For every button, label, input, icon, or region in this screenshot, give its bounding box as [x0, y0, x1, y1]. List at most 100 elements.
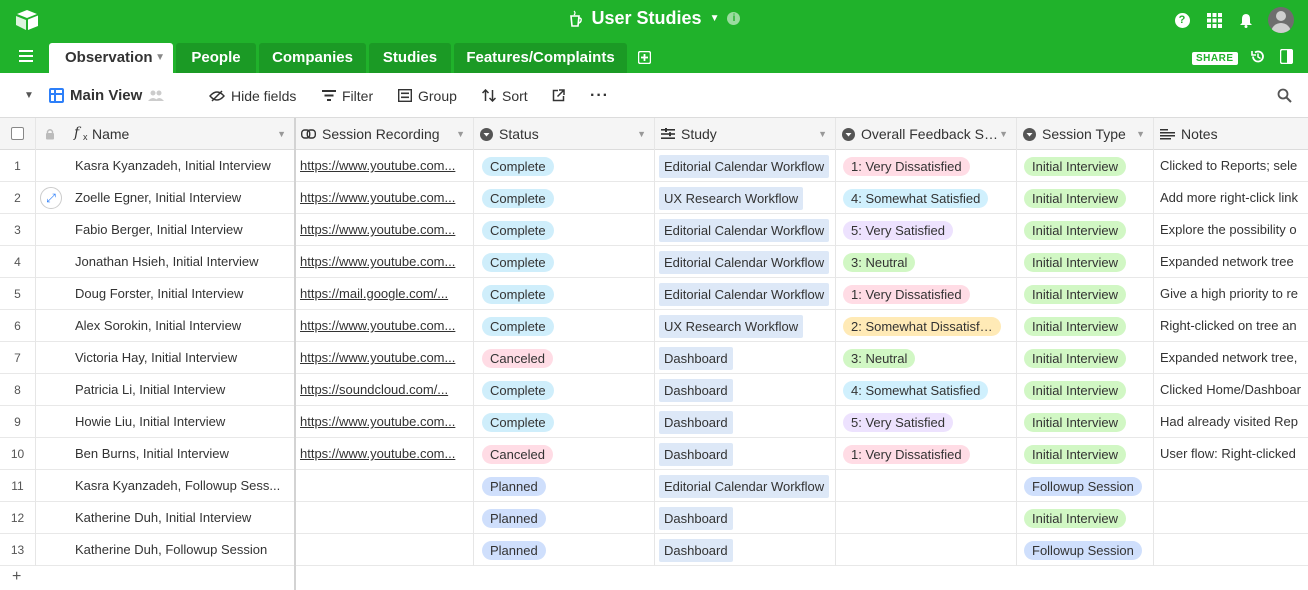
session-type-cell[interactable]: Initial Interview [1017, 342, 1154, 374]
name-cell-container[interactable]: Howie Liu, Initial Interview [36, 406, 295, 438]
session-recording-cell[interactable] [295, 534, 474, 566]
more-options-icon[interactable]: ··· [590, 73, 609, 118]
chevron-down-icon[interactable]: ▼ [710, 13, 720, 24]
table-row[interactable]: 3 Fabio Berger, Initial Interview https://… [0, 214, 1308, 246]
tab-people[interactable]: People [176, 43, 256, 73]
chevron-down-icon[interactable]: ▼ [155, 43, 165, 73]
name-cell-container[interactable]: Victoria Hay, Initial Interview [36, 342, 295, 374]
name-cell-container[interactable]: Alex Sorokin, Initial Interview [36, 310, 295, 342]
record-name[interactable]: Jonathan Hsieh, Initial Interview [65, 246, 290, 278]
column-header-status[interactable]: Status ▼ [474, 118, 655, 150]
feedback-cell[interactable]: 5: Very Satisfied [836, 214, 1017, 246]
linked-study-record[interactable]: Dashboard [659, 443, 733, 466]
notes-cell[interactable]: Add more right-click link [1154, 182, 1308, 214]
record-name[interactable]: Katherine Duh, Initial Interview [65, 502, 290, 534]
session-type-cell[interactable]: Initial Interview [1017, 246, 1154, 278]
study-cell[interactable]: Dashboard [655, 406, 836, 438]
feedback-cell[interactable]: 1: Very Dissatisfied [836, 438, 1017, 470]
status-cell[interactable]: Complete [474, 278, 655, 310]
record-name[interactable]: Kasra Kyanzadeh, Initial Interview [65, 150, 290, 182]
session-type-cell[interactable]: Initial Interview [1017, 406, 1154, 438]
session-type-cell[interactable]: Followup Session [1017, 534, 1154, 566]
study-cell[interactable]: Dashboard [655, 374, 836, 406]
record-name[interactable]: Fabio Berger, Initial Interview [65, 214, 290, 246]
feedback-cell[interactable]: 4: Somewhat Satisfied [836, 374, 1017, 406]
expand-record-icon[interactable]: ⤢ [40, 187, 62, 209]
linked-study-record[interactable]: Dashboard [659, 411, 733, 434]
name-cell-container[interactable]: Fabio Berger, Initial Interview [36, 214, 295, 246]
status-cell[interactable]: Planned [474, 502, 655, 534]
notes-cell[interactable]: Right-clicked on tree an [1154, 310, 1308, 342]
status-cell[interactable]: Complete [474, 310, 655, 342]
session-type-cell[interactable]: Initial Interview [1017, 150, 1154, 182]
name-cell-container[interactable]: Katherine Duh, Followup Session [36, 534, 295, 566]
name-cell-container[interactable]: Kasra Kyanzadeh, Initial Interview [36, 150, 295, 182]
record-name[interactable]: Zoelle Egner, Initial Interview [65, 182, 290, 214]
feedback-cell[interactable]: 4: Somewhat Satisfied [836, 182, 1017, 214]
feedback-cell[interactable] [836, 534, 1017, 566]
hide-fields-button[interactable]: Hide fields [209, 73, 296, 118]
study-cell[interactable]: UX Research Workflow [655, 310, 836, 342]
column-header-session-recording[interactable]: Session Recording ▼ [295, 118, 474, 150]
name-cell-container[interactable]: Jonathan Hsieh, Initial Interview [36, 246, 295, 278]
name-cell-container[interactable]: Doug Forster, Initial Interview [36, 278, 295, 310]
study-cell[interactable]: Dashboard [655, 502, 836, 534]
name-cell-container[interactable]: Katherine Duh, Initial Interview [36, 502, 295, 534]
feedback-cell[interactable]: 2: Somewhat Dissatisf… [836, 310, 1017, 342]
session-recording-cell[interactable]: https://www.youtube.com... [295, 182, 474, 214]
table-row[interactable]: 6 Alex Sorokin, Initial Interview https://… [0, 310, 1308, 342]
table-row[interactable]: 4 Jonathan Hsieh, Initial Interview https:… [0, 246, 1308, 278]
sidebar-toggle-icon[interactable] [1280, 49, 1293, 64]
session-recording-cell[interactable]: https://www.youtube.com... [295, 342, 474, 374]
tab-features-complaints[interactable]: Features/Complaints [454, 43, 627, 73]
select-all-checkbox[interactable] [11, 127, 24, 140]
table-row[interactable]: 7 Victoria Hay, Initial Interview https://… [0, 342, 1308, 374]
feedback-cell[interactable]: 1: Very Dissatisfied [836, 278, 1017, 310]
session-type-cell[interactable]: Followup Session [1017, 470, 1154, 502]
chevron-down-icon[interactable]: ▼ [818, 118, 827, 150]
record-name[interactable]: Victoria Hay, Initial Interview [65, 342, 290, 374]
session-recording-cell[interactable]: https://www.youtube.com... [295, 246, 474, 278]
record-name[interactable]: Doug Forster, Initial Interview [65, 278, 290, 310]
chevron-down-icon[interactable]: ▼ [637, 118, 646, 150]
notes-cell[interactable]: Explore the possibility o [1154, 214, 1308, 246]
linked-study-record[interactable]: UX Research Workflow [659, 187, 804, 210]
status-cell[interactable]: Canceled [474, 438, 655, 470]
add-record-row[interactable]: + [0, 566, 295, 590]
table-row[interactable]: 13 Katherine Duh, Followup Session Planned… [0, 534, 1308, 566]
table-row[interactable]: 2 Zoelle Egner, Initial Interview ⤢ https:/… [0, 182, 1308, 214]
status-cell[interactable]: Complete [474, 374, 655, 406]
search-icon[interactable] [1277, 88, 1292, 103]
notes-cell[interactable] [1154, 470, 1308, 502]
study-cell[interactable]: UX Research Workflow [655, 182, 836, 214]
feedback-cell[interactable]: 5: Very Satisfied [836, 406, 1017, 438]
column-header-notes[interactable]: Notes [1154, 118, 1308, 150]
study-cell[interactable]: Editorial Calendar Workflow [655, 246, 836, 278]
chevron-down-icon[interactable]: ▼ [277, 118, 286, 150]
name-cell-container[interactable]: Ben Burns, Initial Interview [36, 438, 295, 470]
status-cell[interactable]: Planned [474, 534, 655, 566]
status-cell[interactable]: Canceled [474, 342, 655, 374]
tab-studies[interactable]: Studies [369, 43, 451, 73]
column-header-name[interactable]: f x Name ▼ [36, 118, 295, 150]
history-icon[interactable] [1250, 49, 1265, 64]
linked-study-record[interactable]: UX Research Workflow [659, 315, 804, 338]
linked-study-record[interactable]: Editorial Calendar Workflow [659, 475, 830, 498]
linked-study-record[interactable]: Dashboard [659, 507, 733, 530]
session-recording-cell[interactable]: https://www.youtube.com... [295, 406, 474, 438]
record-name[interactable]: Kasra Kyanzadeh, Followup Sess... [65, 470, 290, 502]
session-type-cell[interactable]: Initial Interview [1017, 310, 1154, 342]
name-cell-container[interactable]: Patricia Li, Initial Interview [36, 374, 295, 406]
notes-cell[interactable] [1154, 502, 1308, 534]
sort-button[interactable]: Sort [482, 73, 528, 118]
table-row[interactable]: 9 Howie Liu, Initial Interview https://www… [0, 406, 1308, 438]
group-button[interactable]: Group [398, 73, 457, 118]
table-row[interactable]: 5 Doug Forster, Initial Interview https://… [0, 278, 1308, 310]
notes-cell[interactable]: Clicked Home/Dashboar [1154, 374, 1308, 406]
session-recording-cell[interactable] [295, 502, 474, 534]
feedback-cell[interactable]: 1: Very Dissatisfied [836, 150, 1017, 182]
column-header-session-type[interactable]: Session Type ▼ [1017, 118, 1154, 150]
study-cell[interactable]: Editorial Calendar Workflow [655, 470, 836, 502]
study-cell[interactable]: Dashboard [655, 438, 836, 470]
notification-bell-icon[interactable] [1230, 0, 1262, 40]
